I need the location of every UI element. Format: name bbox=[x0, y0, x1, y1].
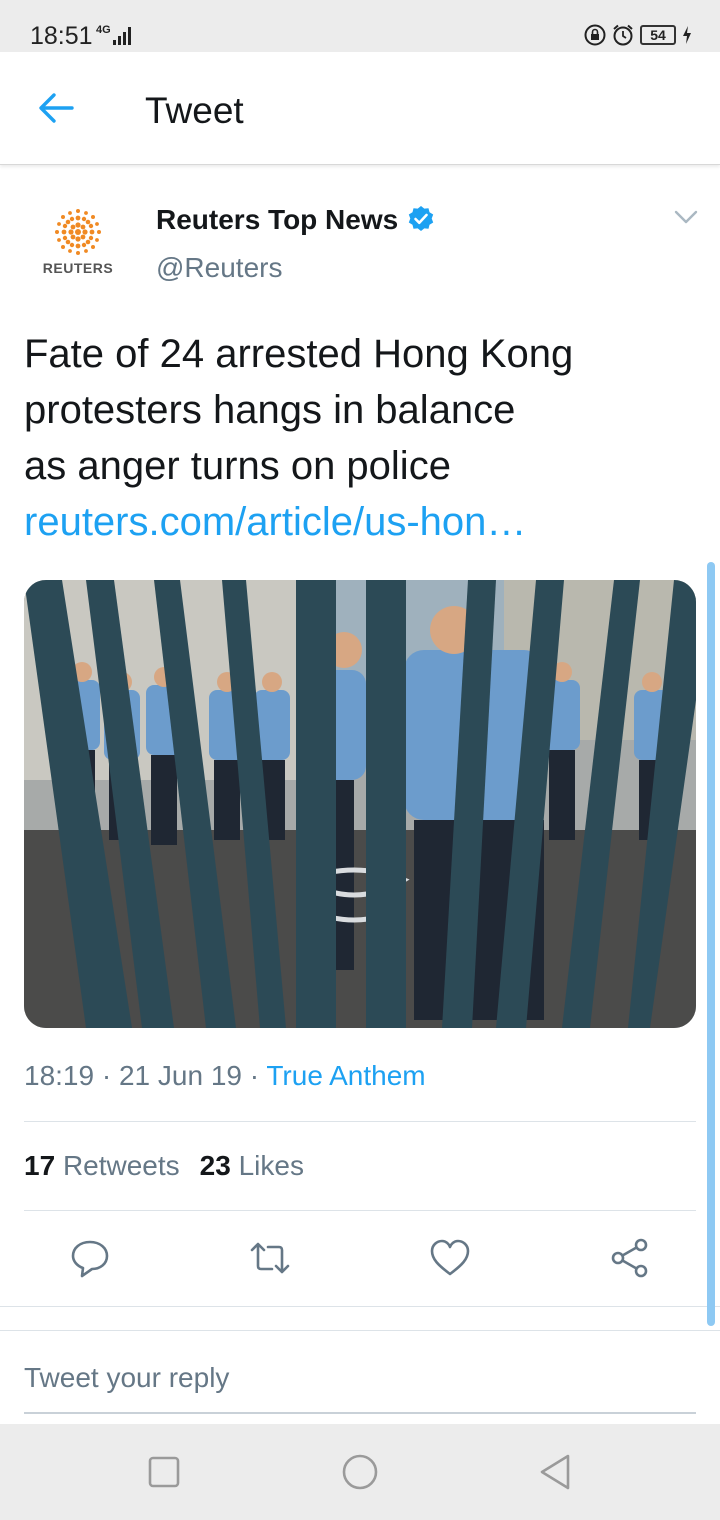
battery-indicator: 54 bbox=[640, 25, 676, 45]
tweet-date: 21 Jun 19 bbox=[118, 1060, 242, 1091]
signal-icon bbox=[113, 27, 131, 45]
home-icon[interactable] bbox=[340, 1452, 380, 1492]
back-arrow-icon[interactable] bbox=[36, 88, 76, 128]
status-icons: 54 bbox=[584, 24, 692, 46]
author-handle[interactable]: @Reuters bbox=[156, 252, 282, 284]
reuters-logo-icon bbox=[55, 209, 101, 255]
divider bbox=[0, 1330, 720, 1331]
avatar-label: REUTERS bbox=[42, 260, 114, 276]
divider bbox=[0, 1306, 720, 1307]
reply-input[interactable]: Tweet your reply bbox=[24, 1362, 229, 1394]
chevron-down-icon[interactable] bbox=[674, 208, 698, 226]
like-count: 23 bbox=[199, 1150, 231, 1181]
alarm-icon bbox=[613, 24, 633, 46]
scrollbar[interactable] bbox=[707, 562, 715, 1326]
tweet-text-line: protesters hangs in balance bbox=[24, 388, 516, 432]
meta-separator: · bbox=[101, 1060, 119, 1091]
article-link[interactable]: reuters.com/article/us-hon… bbox=[24, 494, 684, 550]
meta-separator: · bbox=[249, 1060, 267, 1091]
like-label: Likes bbox=[238, 1150, 304, 1181]
tweet-time: 18:19 bbox=[24, 1060, 95, 1091]
author-name[interactable]: Reuters Top News bbox=[156, 204, 398, 236]
recent-apps-icon[interactable] bbox=[144, 1452, 184, 1492]
tweet-meta: 18:19 · 21 Jun 19 · True Anthem bbox=[24, 1060, 426, 1092]
divider bbox=[24, 1121, 696, 1122]
page-title: Tweet bbox=[145, 90, 244, 131]
share-icon[interactable] bbox=[608, 1236, 652, 1280]
app-header: Tweet bbox=[0, 52, 720, 165]
retweet-icon[interactable] bbox=[248, 1236, 292, 1280]
charging-icon bbox=[683, 26, 691, 44]
reply-underline bbox=[24, 1412, 696, 1414]
avatar[interactable]: REUTERS bbox=[26, 198, 130, 294]
source-app-link[interactable]: True Anthem bbox=[266, 1060, 425, 1091]
retweet-count: 17 bbox=[24, 1150, 56, 1181]
status-time: 18:51 bbox=[30, 22, 93, 50]
like-icon[interactable] bbox=[428, 1236, 472, 1280]
retweet-label: Retweets bbox=[62, 1150, 180, 1181]
verified-badge-icon bbox=[408, 206, 434, 231]
back-nav-icon[interactable] bbox=[536, 1452, 576, 1492]
tweet-text-line: Fate of 24 arrested Hong Kong bbox=[24, 332, 574, 376]
rotation-lock-icon bbox=[584, 24, 606, 46]
likes-stat[interactable]: 23 Likes bbox=[200, 1150, 304, 1181]
network-type: 4G bbox=[96, 24, 111, 36]
retweets-stat[interactable]: 17 Retweets bbox=[24, 1150, 180, 1181]
tweet-text: Fate of 24 arrested Hong Kong protesters… bbox=[24, 326, 684, 550]
divider bbox=[24, 1210, 696, 1211]
tweet-text-line: as anger turns on police bbox=[24, 444, 451, 488]
tweet-stats: 17 Retweets 23 Likes bbox=[24, 1150, 304, 1182]
tweet-photo[interactable] bbox=[24, 580, 696, 1028]
reply-icon[interactable] bbox=[68, 1236, 112, 1280]
status-bar: 18:51 4G 54 bbox=[0, 0, 720, 52]
system-nav-bar bbox=[0, 1424, 720, 1520]
